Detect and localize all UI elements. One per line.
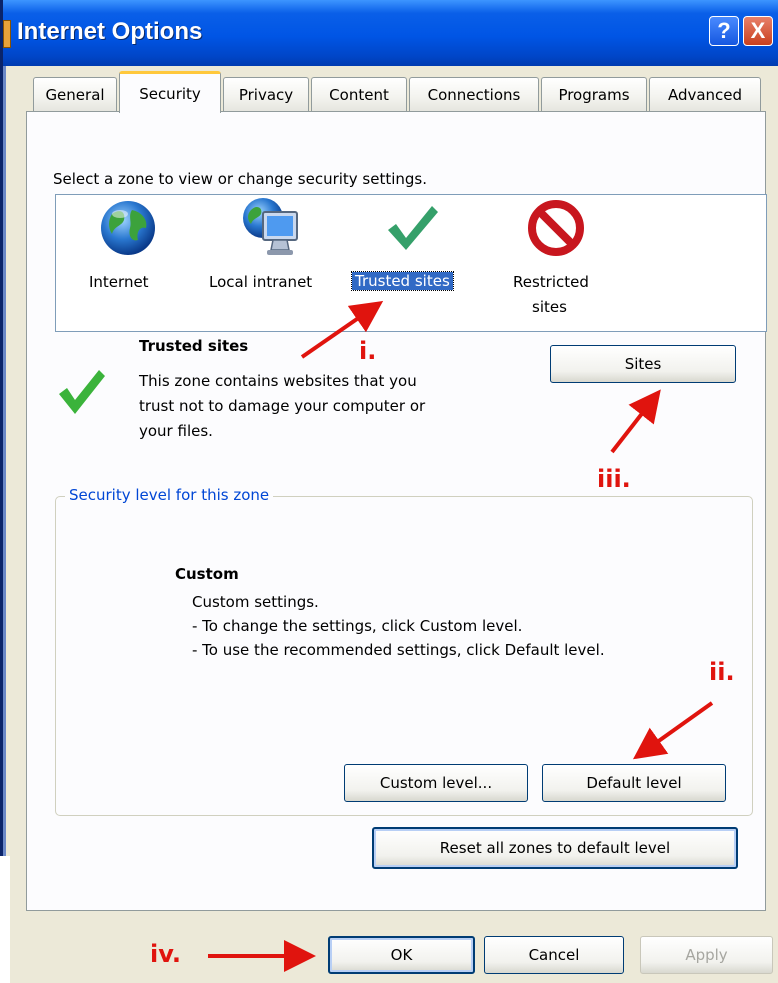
sites-button[interactable]: Sites (550, 345, 736, 383)
tab-privacy[interactable]: Privacy (223, 77, 309, 111)
apply-button: Apply (640, 936, 773, 974)
selected-zone-desc-line1: This zone contains websites that you (139, 372, 417, 390)
annotation-i: i. (359, 337, 377, 365)
annotation-iii: iii. (597, 465, 631, 493)
zone-label-internet[interactable]: Internet (89, 273, 149, 291)
security-level-line2: - To change the settings, click Custom l… (192, 617, 523, 635)
security-level-group-title: Security level for this zone (65, 486, 274, 504)
trusted-sites-checkmark-icon (59, 370, 105, 414)
custom-level-button[interactable]: Custom level... (344, 764, 528, 802)
tab-advanced[interactable]: Advanced (649, 77, 761, 111)
help-button[interactable]: ? (709, 16, 739, 46)
tab-general[interactable]: General (33, 77, 117, 111)
background-strip (0, 856, 10, 940)
reset-all-zones-button[interactable]: Reset all zones to default level (372, 827, 738, 869)
zone-label-local-intranet[interactable]: Local intranet (209, 273, 312, 291)
title-bar[interactable]: Internet Options ? X (3, 0, 778, 66)
zone-prompt: Select a zone to view or change security… (53, 170, 428, 188)
tab-content[interactable]: Content (311, 77, 407, 111)
internet-options-window: Internet Options ? X General Security Pr… (0, 0, 778, 974)
globe-icon[interactable] (98, 198, 158, 258)
selected-zone-desc-line3: your files. (139, 422, 213, 440)
close-button[interactable]: X (743, 16, 773, 46)
tab-security[interactable]: Security (119, 71, 221, 113)
zone-label-restricted-sites[interactable]: Restricted (513, 273, 589, 291)
ok-button[interactable]: OK (328, 936, 475, 974)
annotation-iv: iv. (150, 940, 182, 968)
cancel-button[interactable]: Cancel (484, 936, 624, 974)
zone-label-trusted-sites[interactable]: Trusted sites (351, 271, 454, 291)
no-entry-icon[interactable] (528, 200, 584, 256)
annotation-ii: ii. (709, 658, 735, 686)
security-level-line3: - To use the recommended settings, click… (192, 641, 605, 659)
window-border (3, 66, 6, 856)
selected-zone-title: Trusted sites (139, 337, 249, 355)
window-title: Internet Options (17, 18, 203, 45)
checkmark-icon[interactable] (386, 204, 440, 252)
tab-programs[interactable]: Programs (541, 77, 647, 111)
security-level-line1: Custom settings. (192, 593, 319, 611)
ie-app-icon (3, 20, 11, 48)
computer-globe-icon[interactable] (241, 196, 305, 260)
zone-label-restricted-sites-line2[interactable]: sites (532, 298, 567, 316)
selected-zone-desc-line2: trust not to damage your computer or (139, 397, 426, 415)
security-level-title: Custom (175, 565, 239, 583)
default-level-button[interactable]: Default level (542, 764, 726, 802)
tab-connections[interactable]: Connections (409, 77, 539, 111)
